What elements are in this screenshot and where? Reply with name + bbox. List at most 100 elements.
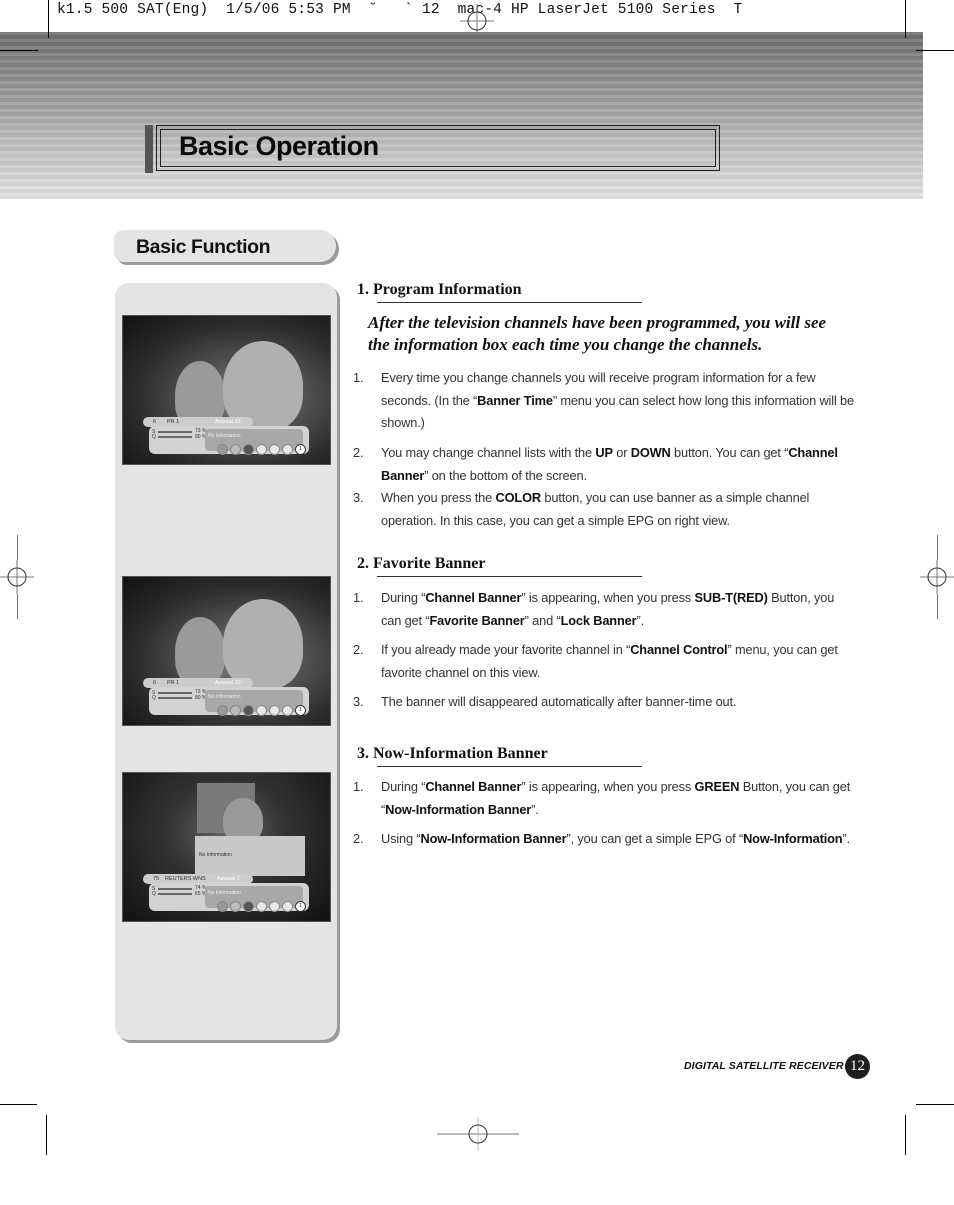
channel-banner: SQ 73 % 80 % No information 1 xyxy=(149,687,309,716)
color-buttons: 1 xyxy=(217,901,306,912)
crop-mark xyxy=(17,594,18,619)
color-dot xyxy=(217,705,228,716)
emphasis-term: Channel Banner xyxy=(425,779,522,794)
tv-screenshot-program-info: 6 PR 1 Asiasat 33 SQ 73 % 80 % No inform… xyxy=(122,315,331,465)
text-run: When you press the xyxy=(381,490,496,505)
epg-info: No Information xyxy=(199,852,232,858)
quality-bar xyxy=(158,893,192,895)
emphasis-term: Banner Time xyxy=(477,392,553,408)
color-dot xyxy=(256,901,267,912)
list-item: 2. You may change channel lists with the … xyxy=(353,442,856,487)
section-tab-label: Basic Function xyxy=(136,236,271,258)
emphasis-term: COLOR xyxy=(495,490,542,505)
page-title: Basic Operation xyxy=(179,131,379,161)
section-heading-now-information-banner: 3. Now-Information Banner xyxy=(357,745,548,762)
crop-mark xyxy=(916,1104,954,1105)
list-item: 2. Using “Now-Information Banner”, you ca… xyxy=(353,828,856,851)
color-dot xyxy=(217,901,228,912)
section-lead: After the television channels have been … xyxy=(368,313,827,354)
color-dot xyxy=(256,705,267,716)
text-run: ”, you can get a simple EPG of “ xyxy=(566,831,744,846)
text-run: ” and “ xyxy=(524,612,561,628)
color-dot xyxy=(243,901,254,912)
registration-mark-icon xyxy=(460,4,494,38)
color-dot xyxy=(230,901,241,912)
program-info: No Information xyxy=(208,890,241,896)
tv-screenshot-favorite-banner: 6 PR 1 Asiasat 33 SQ 73 % 80 % No inform… xyxy=(122,576,331,726)
color-dot xyxy=(269,901,280,912)
info-badge: 1 xyxy=(295,901,306,912)
section-rule xyxy=(377,766,642,767)
text-run: button. You can get “ xyxy=(670,445,789,460)
text-run: Using “ xyxy=(381,831,421,846)
quality-bar xyxy=(158,436,192,438)
text-run: You may change channel lists with the xyxy=(381,445,596,460)
color-dot xyxy=(282,901,293,912)
section-rule xyxy=(377,576,642,577)
color-dot xyxy=(217,444,228,455)
signal-labels: SQ xyxy=(152,429,156,440)
color-dot xyxy=(256,444,267,455)
crop-mark xyxy=(48,0,49,38)
crop-mark xyxy=(905,1115,906,1155)
list-item: 2. If you already made your favorite chan… xyxy=(353,639,856,684)
text-run: The banner will disappeared automaticall… xyxy=(381,694,737,709)
crop-mark xyxy=(0,50,38,51)
emphasis-term: GREEN xyxy=(694,779,740,794)
crop-mark xyxy=(46,1115,47,1155)
text-run: ”. xyxy=(636,612,644,628)
info-badge: 1 xyxy=(295,444,306,455)
emphasis-term: Now-Information Banner xyxy=(420,831,567,846)
list-number: 3. xyxy=(353,490,364,505)
crop-mark xyxy=(937,535,938,560)
color-buttons: 1 xyxy=(217,705,306,716)
text-run: ” is appearing, when you press xyxy=(521,590,695,605)
section-rule xyxy=(377,302,642,303)
emphasis-term: Channel Control xyxy=(630,642,728,657)
list-number: 2. xyxy=(353,831,364,846)
color-dot xyxy=(243,705,254,716)
list-item: 3. When you press the COLOR button, you c… xyxy=(353,487,856,532)
color-dot xyxy=(230,705,241,716)
emphasis-term: SUB-T(RED) xyxy=(694,590,768,605)
list-item: 1. During “Channel Banner” is appearing, … xyxy=(353,587,856,632)
list-number: 3. xyxy=(353,694,364,709)
crop-mark xyxy=(0,1104,37,1105)
registration-mark-icon xyxy=(437,1117,519,1151)
list-item: 1. During “Channel Banner” is appearing, … xyxy=(353,776,856,821)
title-accent-bar xyxy=(145,125,153,173)
section-heading-favorite-banner: 2. Favorite Banner xyxy=(357,555,486,572)
list-number: 1. xyxy=(353,779,364,794)
footer-product-name: DIGITAL SATELLITE RECEIVER xyxy=(684,1060,844,1072)
text-run: During “ xyxy=(381,590,426,605)
emphasis-term: Channel Banner xyxy=(425,590,522,605)
quality-bar xyxy=(158,697,192,699)
epg-panel: No Information xyxy=(195,836,305,876)
color-dot xyxy=(269,705,280,716)
signal-labels: SQ xyxy=(152,690,156,701)
list-number: 1. xyxy=(353,590,364,605)
list-item: 3. The banner will disappeared automatica… xyxy=(353,691,856,714)
crop-mark xyxy=(916,50,954,51)
list-number: 1. xyxy=(353,370,364,385)
emphasis-term: UP xyxy=(595,445,613,460)
signal-bar xyxy=(158,692,192,694)
section-heading-program-information: 1. Program Information xyxy=(357,281,522,298)
crop-mark xyxy=(905,0,906,38)
crop-mark xyxy=(937,594,938,619)
registration-mark-icon xyxy=(0,560,34,594)
emphasis-term: DOWN xyxy=(630,445,671,460)
emphasis-term: Now-Information Banner xyxy=(385,801,532,817)
text-run: ” on the bottom of the screen. xyxy=(424,467,587,483)
color-dot xyxy=(282,705,293,716)
color-dot xyxy=(230,444,241,455)
text-run: or xyxy=(612,445,631,460)
signal-bar xyxy=(158,888,192,890)
signal-labels: SQ xyxy=(152,886,156,897)
page-number-badge: 12 xyxy=(845,1054,870,1079)
tv-screenshot-now-information: No Information 75 REUTERS WNS Asiasat 2 … xyxy=(122,772,331,922)
signal-bar xyxy=(158,431,192,433)
list-item: 1. Every time you change channels you wil… xyxy=(353,367,856,435)
program-info: No information xyxy=(208,433,241,439)
program-info: No information xyxy=(208,694,241,700)
